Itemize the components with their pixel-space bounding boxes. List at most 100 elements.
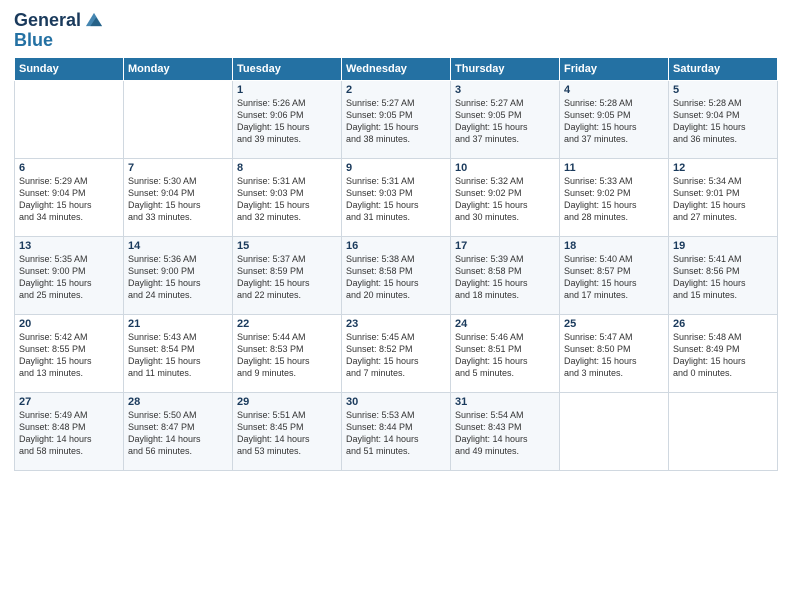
day-number: 16 <box>346 240 446 252</box>
calendar-cell: 11Sunrise: 5:33 AMSunset: 9:02 PMDayligh… <box>560 159 669 237</box>
calendar-cell: 14Sunrise: 5:36 AMSunset: 9:00 PMDayligh… <box>124 237 233 315</box>
cell-info-line: Sunrise: 5:38 AM <box>346 253 446 265</box>
cell-info-line: Sunrise: 5:48 AM <box>673 331 773 343</box>
cell-info-line: and 17 minutes. <box>564 289 664 301</box>
day-number: 3 <box>455 84 555 96</box>
cell-info-line: and 33 minutes. <box>128 211 228 223</box>
logo: General Blue <box>14 10 105 51</box>
calendar-cell <box>669 393 778 471</box>
cell-info-line: and 13 minutes. <box>19 367 119 379</box>
day-number: 14 <box>128 240 228 252</box>
day-number: 2 <box>346 84 446 96</box>
cell-info-line: and 25 minutes. <box>19 289 119 301</box>
cell-info-line: Sunrise: 5:53 AM <box>346 409 446 421</box>
calendar-cell: 4Sunrise: 5:28 AMSunset: 9:05 PMDaylight… <box>560 81 669 159</box>
cell-info-line: and 31 minutes. <box>346 211 446 223</box>
calendar-cell: 3Sunrise: 5:27 AMSunset: 9:05 PMDaylight… <box>451 81 560 159</box>
cell-info-line: and 5 minutes. <box>455 367 555 379</box>
cell-info-line: Daylight: 15 hours <box>128 199 228 211</box>
cell-info-line: Daylight: 15 hours <box>237 121 337 133</box>
calendar-cell: 1Sunrise: 5:26 AMSunset: 9:06 PMDaylight… <box>233 81 342 159</box>
cell-info-line: and 27 minutes. <box>673 211 773 223</box>
cell-info-line: Sunrise: 5:27 AM <box>346 97 446 109</box>
cell-info-line: and 11 minutes. <box>128 367 228 379</box>
cell-info-line: Daylight: 15 hours <box>346 355 446 367</box>
cell-info-line: Sunrise: 5:37 AM <box>237 253 337 265</box>
cell-info-line: Daylight: 15 hours <box>455 199 555 211</box>
cell-info-line: Sunset: 8:50 PM <box>564 343 664 355</box>
day-number: 30 <box>346 396 446 408</box>
day-number: 17 <box>455 240 555 252</box>
calendar-cell: 16Sunrise: 5:38 AMSunset: 8:58 PMDayligh… <box>342 237 451 315</box>
cell-info-line: Sunrise: 5:50 AM <box>128 409 228 421</box>
cell-info-line: Sunset: 9:01 PM <box>673 187 773 199</box>
cell-info-line: Sunset: 9:04 PM <box>128 187 228 199</box>
day-number: 19 <box>673 240 773 252</box>
day-number: 20 <box>19 318 119 330</box>
cell-info-line: Sunset: 9:03 PM <box>346 187 446 199</box>
cell-info-line: Sunset: 9:06 PM <box>237 109 337 121</box>
cell-info-line: Sunset: 8:59 PM <box>237 265 337 277</box>
cell-info-line: Daylight: 15 hours <box>673 199 773 211</box>
cell-info-line: Sunrise: 5:33 AM <box>564 175 664 187</box>
cell-info-line: Daylight: 15 hours <box>564 355 664 367</box>
cell-info-line: Daylight: 15 hours <box>19 355 119 367</box>
calendar-cell: 17Sunrise: 5:39 AMSunset: 8:58 PMDayligh… <box>451 237 560 315</box>
cell-info-line: Sunrise: 5:31 AM <box>346 175 446 187</box>
cell-info-line: Daylight: 15 hours <box>455 121 555 133</box>
calendar-cell: 2Sunrise: 5:27 AMSunset: 9:05 PMDaylight… <box>342 81 451 159</box>
col-header-sunday: Sunday <box>15 58 124 81</box>
day-number: 6 <box>19 162 119 174</box>
cell-info-line: Sunset: 8:55 PM <box>19 343 119 355</box>
day-number: 8 <box>237 162 337 174</box>
cell-info-line: Sunset: 8:53 PM <box>237 343 337 355</box>
cell-info-line: Sunset: 8:47 PM <box>128 421 228 433</box>
cell-info-line: Sunrise: 5:28 AM <box>564 97 664 109</box>
cell-info-line: and 28 minutes. <box>564 211 664 223</box>
cell-info-line: and 3 minutes. <box>564 367 664 379</box>
cell-info-line: Sunset: 8:56 PM <box>673 265 773 277</box>
cell-info-line: and 18 minutes. <box>455 289 555 301</box>
calendar-cell: 8Sunrise: 5:31 AMSunset: 9:03 PMDaylight… <box>233 159 342 237</box>
cell-info-line: Daylight: 15 hours <box>346 121 446 133</box>
cell-info-line: Sunrise: 5:46 AM <box>455 331 555 343</box>
cell-info-line: Sunset: 8:52 PM <box>346 343 446 355</box>
calendar-cell: 13Sunrise: 5:35 AMSunset: 9:00 PMDayligh… <box>15 237 124 315</box>
cell-info-line: Sunrise: 5:34 AM <box>673 175 773 187</box>
cell-info-line: and 56 minutes. <box>128 445 228 457</box>
cell-info-line: Sunset: 9:04 PM <box>19 187 119 199</box>
day-number: 18 <box>564 240 664 252</box>
day-number: 31 <box>455 396 555 408</box>
cell-info-line: and 49 minutes. <box>455 445 555 457</box>
cell-info-line: Sunset: 9:05 PM <box>455 109 555 121</box>
cell-info-line: Sunset: 9:05 PM <box>346 109 446 121</box>
cell-info-line: Sunrise: 5:29 AM <box>19 175 119 187</box>
cell-info-line: Daylight: 14 hours <box>455 433 555 445</box>
cell-info-line: and 0 minutes. <box>673 367 773 379</box>
cell-info-line: and 38 minutes. <box>346 133 446 145</box>
cell-info-line: Sunset: 8:43 PM <box>455 421 555 433</box>
cell-info-line: Daylight: 15 hours <box>455 277 555 289</box>
calendar-cell: 9Sunrise: 5:31 AMSunset: 9:03 PMDaylight… <box>342 159 451 237</box>
calendar-cell: 27Sunrise: 5:49 AMSunset: 8:48 PMDayligh… <box>15 393 124 471</box>
cell-info-line: Daylight: 15 hours <box>19 199 119 211</box>
logo-blue: Blue <box>14 30 105 51</box>
cell-info-line: Sunset: 9:02 PM <box>455 187 555 199</box>
calendar-cell: 30Sunrise: 5:53 AMSunset: 8:44 PMDayligh… <box>342 393 451 471</box>
calendar-cell <box>15 81 124 159</box>
cell-info-line: Daylight: 15 hours <box>346 277 446 289</box>
day-number: 26 <box>673 318 773 330</box>
day-number: 12 <box>673 162 773 174</box>
cell-info-line: Sunrise: 5:35 AM <box>19 253 119 265</box>
calendar-cell: 28Sunrise: 5:50 AMSunset: 8:47 PMDayligh… <box>124 393 233 471</box>
cell-info-line: Daylight: 15 hours <box>673 277 773 289</box>
cell-info-line: Sunrise: 5:51 AM <box>237 409 337 421</box>
cell-info-line: Daylight: 15 hours <box>237 355 337 367</box>
cell-info-line: Daylight: 15 hours <box>564 277 664 289</box>
day-number: 15 <box>237 240 337 252</box>
calendar-cell: 21Sunrise: 5:43 AMSunset: 8:54 PMDayligh… <box>124 315 233 393</box>
cell-info-line: Sunset: 9:04 PM <box>673 109 773 121</box>
day-number: 22 <box>237 318 337 330</box>
cell-info-line: Sunset: 9:00 PM <box>128 265 228 277</box>
day-number: 9 <box>346 162 446 174</box>
